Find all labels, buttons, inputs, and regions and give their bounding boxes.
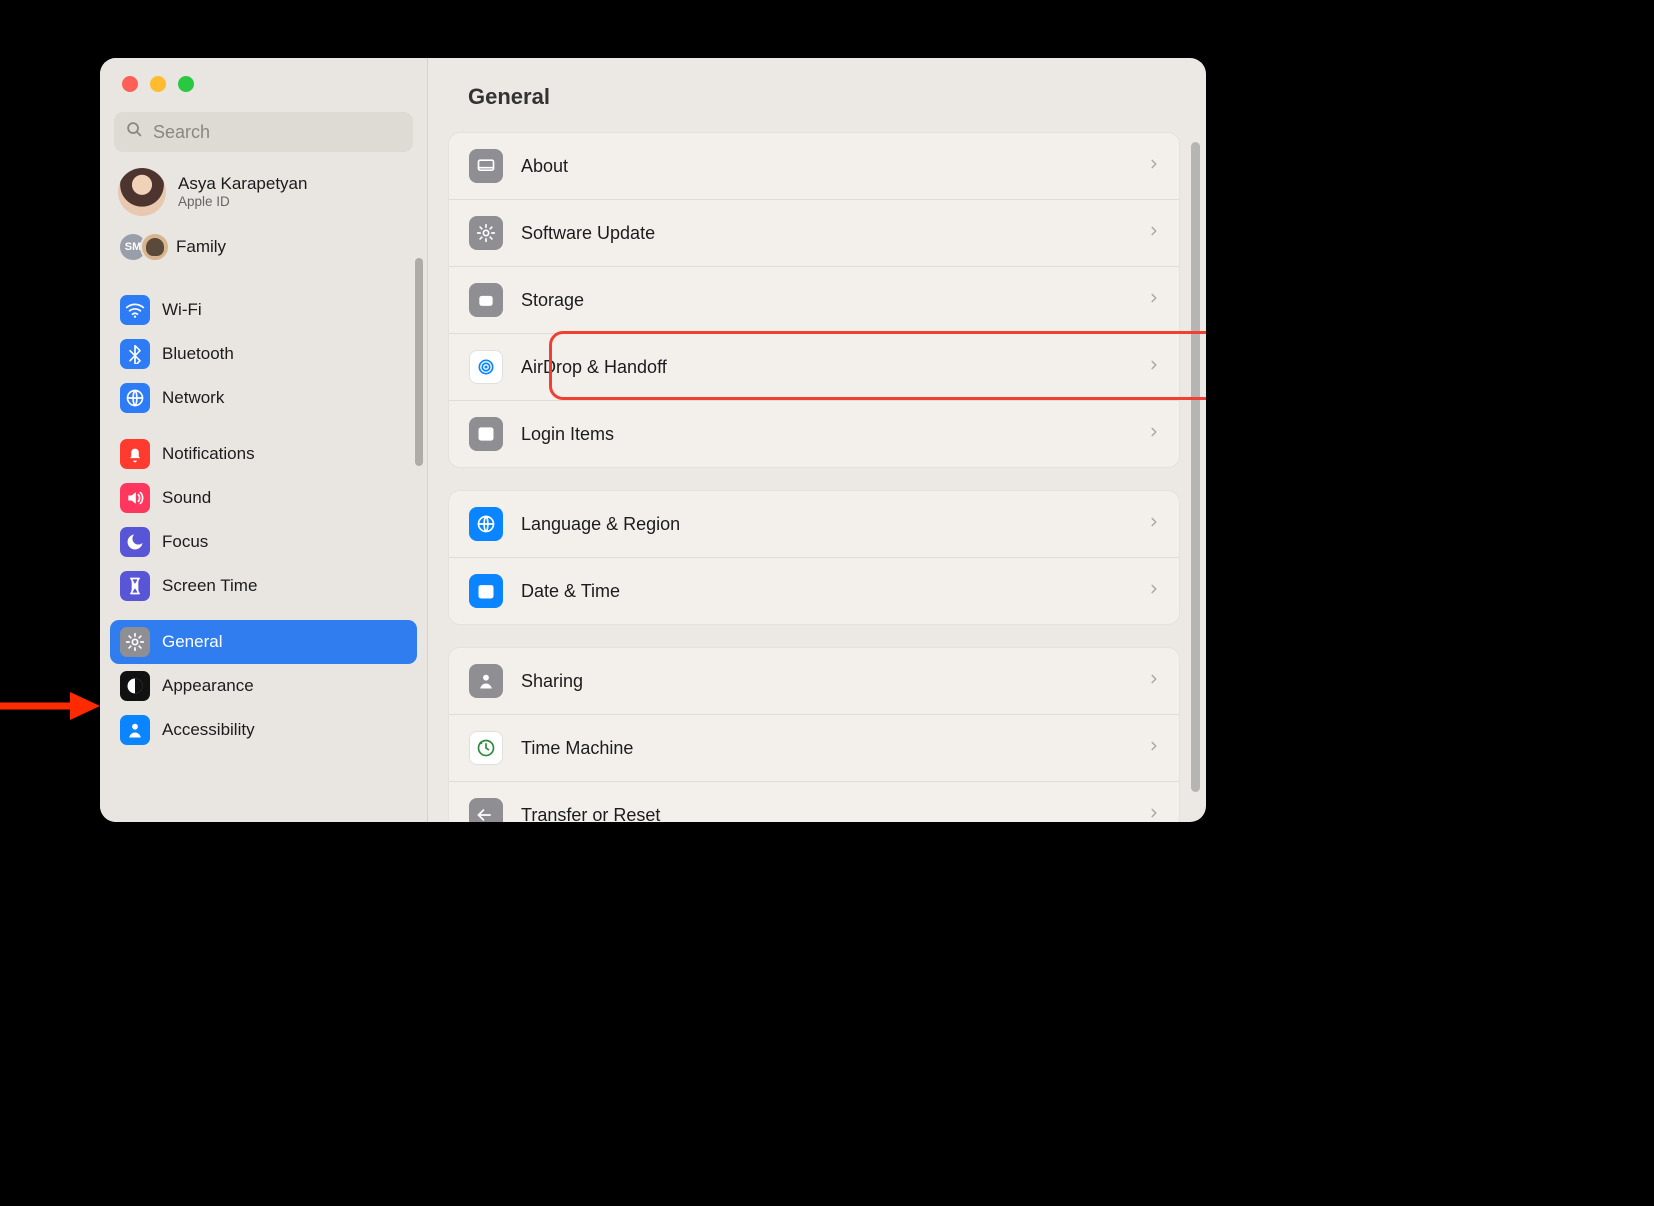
row-datetime[interactable]: 17 Date & Time xyxy=(449,557,1179,624)
row-label: Time Machine xyxy=(521,738,1130,759)
sidebar-search[interactable] xyxy=(114,112,413,152)
sidebar-item-general[interactable]: General xyxy=(110,620,417,664)
chevron-right-icon xyxy=(1148,670,1159,693)
sidebar-item-label: Notifications xyxy=(162,444,255,464)
clockarrow-icon xyxy=(469,731,503,765)
window-controls xyxy=(100,58,427,92)
sidebar-item-label: Sound xyxy=(162,488,211,508)
bell-icon xyxy=(120,439,150,469)
chevron-right-icon xyxy=(1148,737,1159,760)
sidebar-scrollbar[interactable] xyxy=(415,258,423,466)
contrast-icon xyxy=(120,671,150,701)
calendar-icon: 17 xyxy=(469,574,503,608)
close-window-button[interactable] xyxy=(122,76,138,92)
arrowback-icon xyxy=(469,798,503,822)
settings-window: Asya Karapetyan Apple ID SM Family Wi-Fi… xyxy=(100,58,1206,822)
zoom-window-button[interactable] xyxy=(178,76,194,92)
hourglass-icon xyxy=(120,571,150,601)
row-storage[interactable]: Storage xyxy=(449,266,1179,333)
row-label: Date & Time xyxy=(521,581,1130,602)
family-label: Family xyxy=(176,237,226,257)
chevron-right-icon xyxy=(1148,580,1159,603)
general-arrow-annotation xyxy=(0,686,100,726)
avatar xyxy=(118,168,166,216)
wifi-icon xyxy=(120,295,150,325)
row-sharing[interactable]: Sharing xyxy=(449,648,1179,714)
chevron-right-icon xyxy=(1148,356,1159,379)
row-label: Transfer or Reset xyxy=(521,805,1130,823)
sidebar-item-network[interactable]: Network xyxy=(110,376,417,420)
chevron-right-icon xyxy=(1148,423,1159,446)
sidebar-item-label: Bluetooth xyxy=(162,344,234,364)
sidebar: Asya Karapetyan Apple ID SM Family Wi-Fi… xyxy=(100,58,428,822)
sidebar-item-label: Appearance xyxy=(162,676,254,696)
moon-icon xyxy=(120,527,150,557)
row-timemachine[interactable]: Time Machine xyxy=(449,714,1179,781)
row-loginitems[interactable]: Login Items xyxy=(449,400,1179,467)
row-label: Storage xyxy=(521,290,1130,311)
sidebar-family[interactable]: SM Family xyxy=(110,226,417,276)
person-icon xyxy=(469,664,503,698)
sidebar-account[interactable]: Asya Karapetyan Apple ID xyxy=(110,158,417,226)
row-transfer[interactable]: Transfer or Reset xyxy=(449,781,1179,822)
search-icon xyxy=(126,121,143,143)
sidebar-item-accessibility[interactable]: Accessibility xyxy=(110,708,417,752)
chevron-right-icon xyxy=(1148,289,1159,312)
row-language[interactable]: Language & Region xyxy=(449,491,1179,557)
drive-icon xyxy=(469,283,503,317)
page-title: General xyxy=(428,58,1206,132)
speaker-icon xyxy=(120,483,150,513)
gear-icon xyxy=(120,627,150,657)
sidebar-item-bluetooth[interactable]: Bluetooth xyxy=(110,332,417,376)
main-pane: General About Software Update Storage AirDr… xyxy=(428,58,1206,822)
row-label: Software Update xyxy=(521,223,1130,244)
sidebar-item-focus[interactable]: Focus xyxy=(110,520,417,564)
family-avatars: SM xyxy=(118,232,162,262)
sidebar-item-sound[interactable]: Sound xyxy=(110,476,417,520)
list-icon xyxy=(469,417,503,451)
svg-text:17: 17 xyxy=(482,588,490,597)
sidebar-item-appearance[interactable]: Appearance xyxy=(110,664,417,708)
sidebar-item-label: General xyxy=(162,632,222,652)
row-label: AirDrop & Handoff xyxy=(521,357,1130,378)
chevron-right-icon xyxy=(1148,222,1159,245)
globe-icon xyxy=(120,383,150,413)
display-icon xyxy=(469,149,503,183)
gear-icon xyxy=(469,216,503,250)
search-input[interactable] xyxy=(151,121,401,144)
row-airdrop[interactable]: AirDrop & Handoff xyxy=(449,333,1179,400)
bluetooth-icon xyxy=(120,339,150,369)
sidebar-item-screentime[interactable]: Screen Time xyxy=(110,564,417,608)
sidebar-item-notifications[interactable]: Notifications xyxy=(110,432,417,476)
row-label: About xyxy=(521,156,1130,177)
sidebar-item-label: Screen Time xyxy=(162,576,257,596)
chevron-right-icon xyxy=(1148,155,1159,178)
account-sub: Apple ID xyxy=(178,194,307,210)
chevron-right-icon xyxy=(1148,804,1159,823)
row-label: Sharing xyxy=(521,671,1130,692)
family-member-photo xyxy=(140,232,170,262)
account-name: Asya Karapetyan xyxy=(178,174,307,194)
main-scrollbar[interactable] xyxy=(1191,142,1200,792)
airdrop-icon xyxy=(469,350,503,384)
sidebar-item-label: Network xyxy=(162,388,224,408)
row-label: Login Items xyxy=(521,424,1130,445)
person-icon xyxy=(120,715,150,745)
chevron-right-icon xyxy=(1148,513,1159,536)
sidebar-item-label: Wi-Fi xyxy=(162,300,202,320)
row-about[interactable]: About xyxy=(449,133,1179,199)
globe-icon xyxy=(469,507,503,541)
row-label: Language & Region xyxy=(521,514,1130,535)
sidebar-item-label: Accessibility xyxy=(162,720,255,740)
row-softwareupdate[interactable]: Software Update xyxy=(449,199,1179,266)
sidebar-item-wifi[interactable]: Wi-Fi xyxy=(110,288,417,332)
sidebar-item-label: Focus xyxy=(162,532,208,552)
minimize-window-button[interactable] xyxy=(150,76,166,92)
